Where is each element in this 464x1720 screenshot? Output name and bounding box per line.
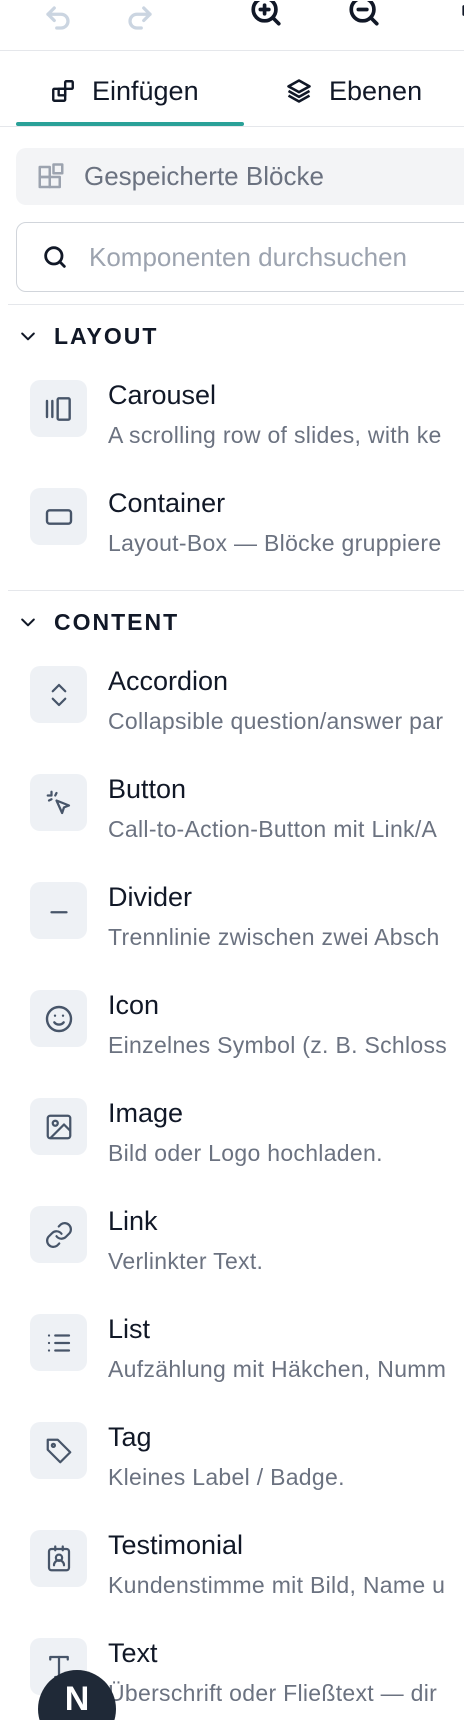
block-item-link[interactable]: Link Verlinkter Text.: [30, 1206, 464, 1286]
block-description: Collapsible question/answer par: [108, 708, 444, 734]
block-name: Testimonial: [108, 1530, 244, 1560]
list-icon: [30, 1314, 87, 1371]
block-description: Kleines Label / Badge.: [108, 1464, 345, 1490]
block-item-button[interactable]: Button Call-to-Action-Button mit Link/A: [30, 774, 464, 854]
block-name: Container: [108, 488, 226, 518]
panel-tabs: Einfügen Ebenen: [0, 58, 464, 127]
container-icon: [30, 488, 87, 545]
block-description: Trennlinie zwischen zwei Absch: [108, 924, 440, 950]
block-item-container[interactable]: Container Layout-Box — Blöcke gruppiere: [30, 488, 464, 568]
search-icon: [44, 246, 66, 268]
block-name: Divider: [108, 882, 193, 912]
block-description: Call-to-Action-Button mit Link/A: [108, 816, 438, 842]
block-item-image[interactable]: Image Bild oder Logo hochladen.: [30, 1098, 464, 1178]
chevron-down-icon: [21, 332, 35, 341]
insert-blocks-icon: [52, 80, 74, 102]
block-item-tag[interactable]: Tag Kleines Label / Badge.: [30, 1422, 464, 1502]
saved-blocks-button[interactable]: Gespeicherte Blöcke: [16, 148, 464, 205]
section-content-header[interactable]: CONTENT: [18, 606, 179, 638]
block-description: Überschrift oder Fließtext — dir: [108, 1680, 438, 1706]
zoom-in-icon[interactable]: [248, 0, 284, 36]
block-item-carousel[interactable]: Carousel A scrolling row of slides, with…: [30, 380, 464, 460]
block-item-icon[interactable]: Icon Einzelnes Symbol (z. B. Schloss: [30, 990, 464, 1070]
block-description: Bild oder Logo hochladen.: [108, 1140, 383, 1166]
block-description: Kundenstimme mit Bild, Name u: [108, 1572, 446, 1598]
block-item-accordion[interactable]: Accordion Collapsible question/answer pa…: [30, 666, 464, 746]
zoom-out-icon[interactable]: [346, 0, 382, 36]
image-icon: [30, 1098, 87, 1155]
block-name: List: [108, 1314, 151, 1344]
block-item-testimonial[interactable]: Testimonial Kundenstimme mit Bild, Name …: [30, 1530, 464, 1610]
block-description: Verlinkter Text.: [108, 1248, 264, 1274]
smiley-icon: [30, 990, 87, 1047]
block-panel: Einfügen Ebenen Gespeicherte Blöcke LAYO…: [0, 0, 464, 1720]
more-icon[interactable]: [446, 0, 464, 36]
search-input[interactable]: [87, 240, 464, 274]
tab-layers-label: Ebenen: [329, 75, 423, 106]
block-name: Image: [108, 1098, 184, 1128]
block-name: Text: [108, 1638, 158, 1668]
button-pointer-icon: [30, 774, 87, 831]
testimonial-icon: [30, 1530, 87, 1587]
section-layout-header[interactable]: LAYOUT: [18, 320, 158, 352]
divider-icon: [30, 882, 87, 939]
link-icon: [30, 1206, 87, 1263]
chevron-down-icon: [21, 618, 35, 627]
saved-blocks-icon: [38, 162, 64, 188]
divider: [8, 304, 464, 305]
block-name: Tag: [108, 1422, 152, 1452]
editor-toolbar: [0, 0, 464, 51]
block-name: Button: [108, 774, 187, 804]
section-title: LAYOUT: [54, 322, 159, 349]
active-tab-indicator: [16, 122, 244, 126]
block-description: Aufzählung mit Häkchen, Numm: [108, 1356, 447, 1382]
redo-icon[interactable]: [122, 0, 158, 36]
block-name: Icon: [108, 990, 160, 1020]
component-search: [16, 222, 464, 292]
undo-icon[interactable]: [40, 0, 76, 36]
block-name: Link: [108, 1206, 158, 1236]
tag-icon: [30, 1422, 87, 1479]
block-name: Carousel: [108, 380, 217, 410]
block-description: Einzelnes Symbol (z. B. Schloss: [108, 1032, 448, 1058]
block-item-divider[interactable]: Divider Trennlinie zwischen zwei Absch: [30, 882, 464, 962]
carousel-icon: [30, 380, 87, 437]
block-item-list[interactable]: List Aufzählung mit Häkchen, Numm: [30, 1314, 464, 1394]
accordion-icon: [30, 666, 87, 723]
block-name: Accordion: [108, 666, 229, 696]
layers-icon: [287, 79, 311, 103]
tab-layers[interactable]: Ebenen: [285, 58, 422, 124]
block-description: A scrolling row of slides, with ke: [108, 422, 442, 448]
tab-insert[interactable]: Einfügen: [50, 58, 199, 124]
block-description: Layout-Box — Blöcke gruppiere: [108, 530, 442, 556]
saved-blocks-label: Gespeicherte Blöcke: [84, 161, 324, 191]
tab-insert-label: Einfügen: [92, 75, 199, 106]
divider: [8, 590, 464, 591]
section-title: CONTENT: [54, 608, 180, 635]
